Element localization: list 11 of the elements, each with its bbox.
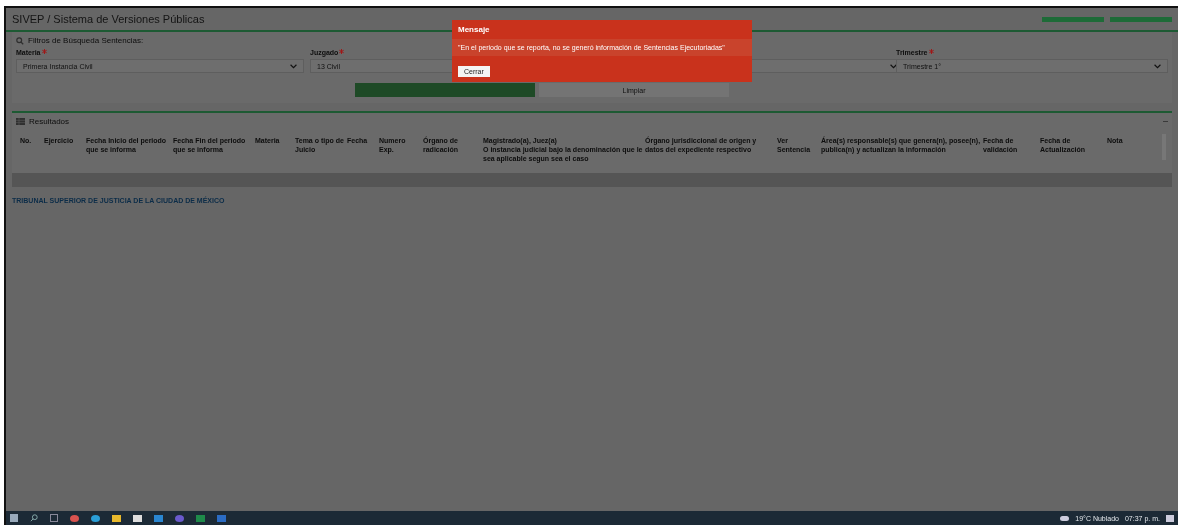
search-icon[interactable] <box>30 514 38 522</box>
dialog-title: Mensaje <box>458 25 490 34</box>
results-title: Resultados <box>29 117 70 126</box>
chevron-icon <box>1154 63 1161 69</box>
filters-title: Filtros de Búsqueda Sentencias: <box>28 36 144 45</box>
cloud-icon <box>1060 515 1070 521</box>
search-icon <box>16 36 24 45</box>
chevron-icon <box>290 63 297 69</box>
chevron-icon <box>890 63 897 69</box>
page-title: SIVEP / Sistema de Versiones Públicas <box>12 13 205 25</box>
table-icon <box>16 118 25 125</box>
